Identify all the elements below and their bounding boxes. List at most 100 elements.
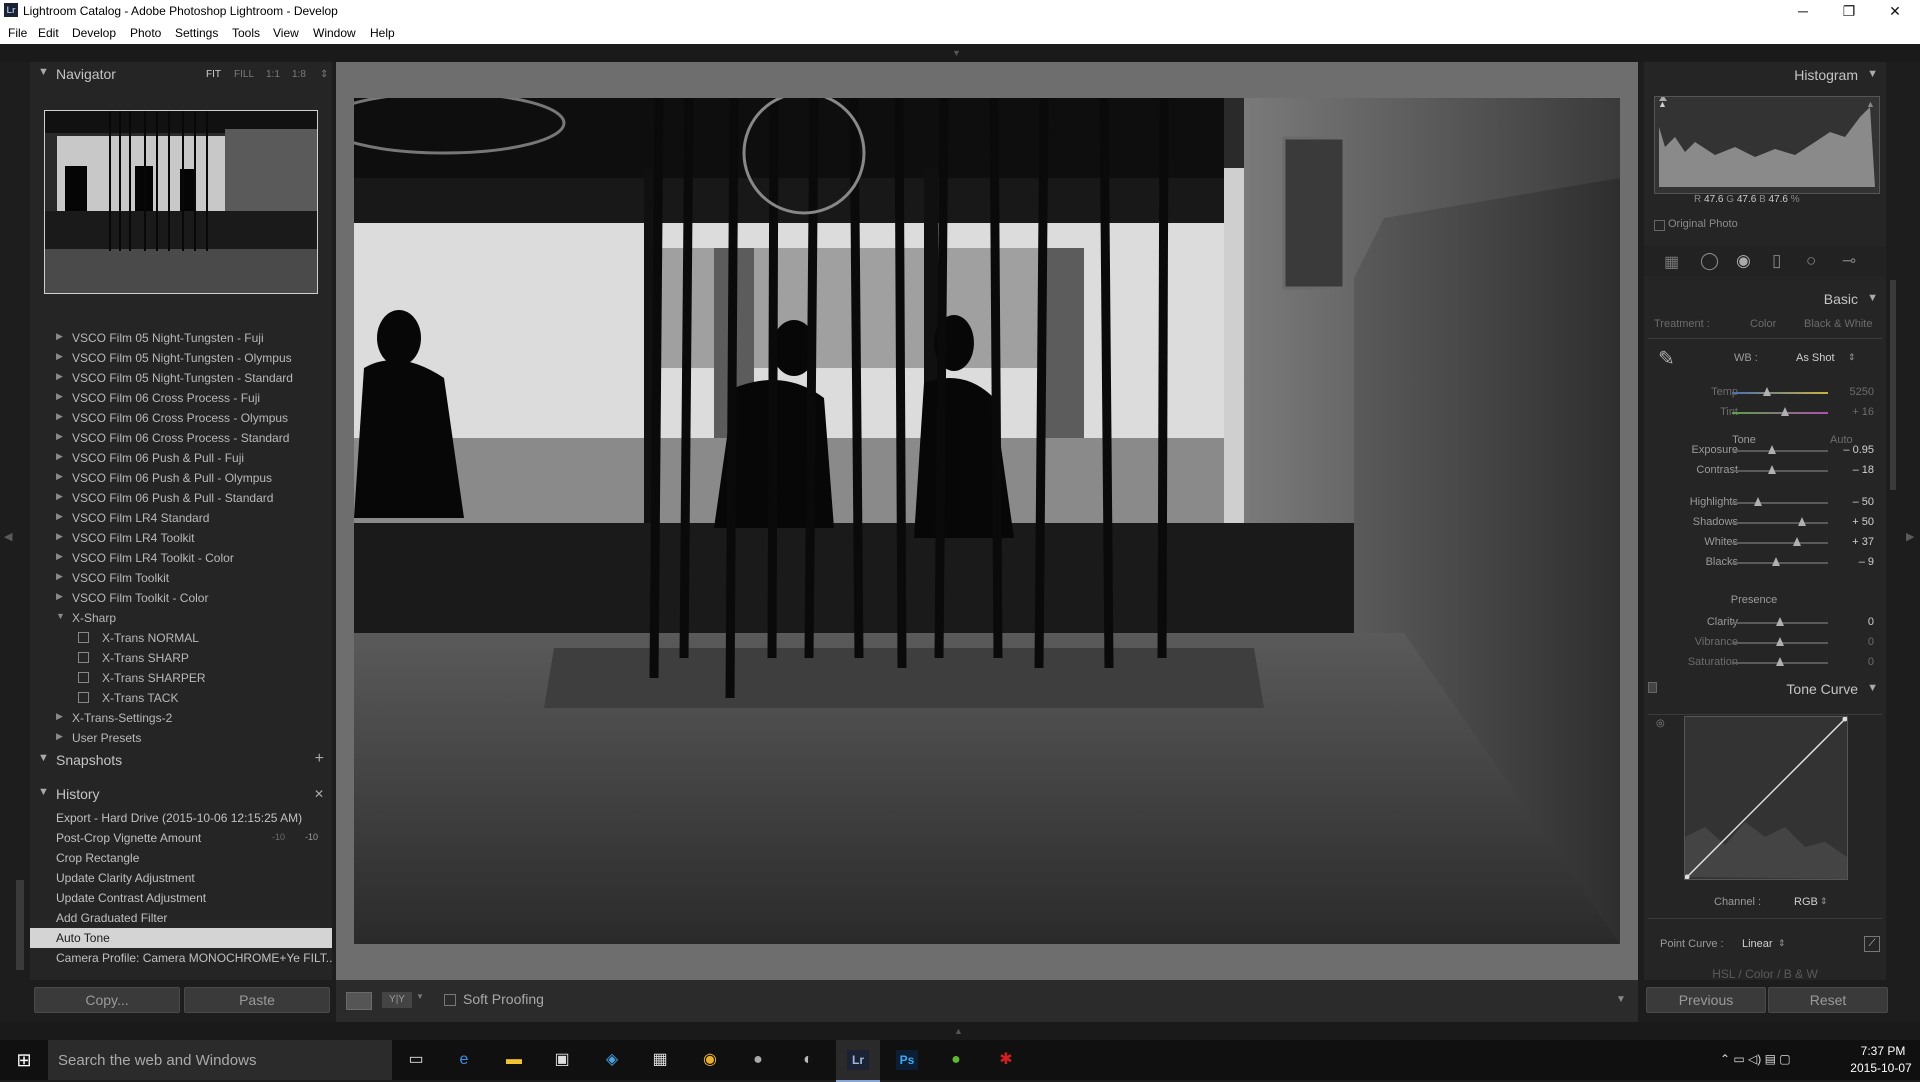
slider-track[interactable]	[1732, 445, 1828, 454]
calculator-icon[interactable]: ▦	[648, 1048, 672, 1072]
collapsed-triangle-icon[interactable]: ▶	[56, 371, 63, 382]
slider-thumb[interactable]	[1793, 537, 1802, 546]
windows-start-icon[interactable]: ⊞	[12, 1048, 36, 1072]
photoshop-icon[interactable]: Ps	[896, 1050, 918, 1070]
clock-time[interactable]: 7:37 PM	[1850, 1044, 1916, 1058]
history-item[interactable]: Add Graduated Filter	[30, 908, 332, 928]
clock-date[interactable]: 2015-10-07	[1846, 1061, 1916, 1075]
navigator-preview[interactable]	[44, 110, 318, 294]
edit-point-curve-icon[interactable]: ⟋	[1864, 936, 1880, 952]
nav-mode-1-1[interactable]: 1:1	[266, 69, 280, 80]
slider-thumb[interactable]	[1772, 557, 1781, 566]
preset-item[interactable]: ▶ VSCO Film 06 Cross Process - Fuji	[30, 388, 332, 408]
highlight-clipping-icon[interactable]: ▲	[1866, 99, 1875, 109]
slider-track[interactable]	[1732, 497, 1828, 506]
slider-contrast[interactable]: Contrast – 18	[1644, 462, 1886, 481]
zoom-stepper-icon[interactable]: ⇕	[320, 69, 328, 80]
clear-history-icon[interactable]: ✕	[314, 787, 324, 801]
treatment-color-option[interactable]: Color	[1750, 318, 1776, 330]
menu-edit[interactable]: Edit	[38, 26, 59, 40]
slider-track[interactable]	[1732, 557, 1828, 566]
collapsed-triangle-icon[interactable]: ▶	[56, 511, 63, 522]
history-item[interactable]: Auto Tone	[30, 928, 332, 948]
user-app-icon[interactable]: ◐	[796, 1048, 820, 1072]
slider-shadows[interactable]: Shadows + 50	[1644, 514, 1886, 533]
toolbar-options-icon[interactable]: ▼	[1616, 994, 1626, 1005]
slider-blacks[interactable]: Blacks – 9	[1644, 554, 1886, 573]
wb-select[interactable]: As Shot	[1796, 352, 1835, 364]
graduated-filter-icon[interactable]: ▯	[1772, 251, 1781, 271]
slider-value[interactable]: + 37	[1852, 536, 1874, 548]
left-panel-toggle-icon[interactable]: ◀	[4, 530, 12, 543]
histogram-graph[interactable]	[1654, 95, 1880, 194]
slider-value[interactable]: – 50	[1853, 496, 1874, 508]
bottom-panel-toggle[interactable]: ▲	[0, 1022, 1920, 1040]
collapsed-triangle-icon[interactable]: ▶	[56, 351, 63, 362]
radial-filter-icon[interactable]: ○	[1806, 251, 1816, 271]
navigator-header[interactable]: ▼ Navigator FIT FILL 1:1 1:8 ⇕	[30, 62, 332, 86]
slider-vibrance[interactable]: Vibrance 0	[1644, 634, 1886, 653]
reset-button[interactable]: Reset	[1768, 987, 1888, 1013]
close-button[interactable]: ✕	[1872, 0, 1918, 22]
preset-item[interactable]: X-Trans SHARPER	[30, 668, 332, 688]
tone-curve-graph[interactable]	[1684, 716, 1848, 880]
photo-canvas[interactable]	[336, 62, 1638, 980]
history-item[interactable]: Export - Hard Drive (2015-10-06 12:15:25…	[30, 808, 332, 828]
slider-whites[interactable]: Whites + 37	[1644, 534, 1886, 553]
preset-item[interactable]: ▶ VSCO Film 06 Cross Process - Standard	[30, 428, 332, 448]
slider-thumb[interactable]	[1762, 387, 1771, 396]
history-item[interactable]: Crop Rectangle	[30, 848, 332, 868]
slider-temp[interactable]: Temp 5250	[1644, 384, 1886, 403]
collapsed-triangle-icon[interactable]: ▶	[56, 491, 63, 502]
collapsed-triangle-icon[interactable]: ▶	[56, 471, 63, 482]
treatment-bw-option[interactable]: Black & White	[1804, 318, 1872, 330]
top-panel-toggle[interactable]: ▼	[0, 44, 1920, 62]
original-photo-checkbox[interactable]	[1654, 220, 1665, 231]
collapsed-triangle-icon[interactable]: ▶	[56, 451, 63, 462]
preset-item[interactable]: X-Trans TACK	[30, 688, 332, 708]
right-panel-scrollbar[interactable]	[1890, 280, 1896, 490]
slider-track[interactable]	[1732, 465, 1828, 474]
slider-saturation[interactable]: Saturation 0	[1644, 654, 1886, 673]
collapsed-triangle-icon[interactable]: ▶	[56, 431, 63, 442]
soft-proofing-checkbox[interactable]	[444, 994, 456, 1006]
hsl-header[interactable]: HSL / Color / B & W	[1644, 967, 1886, 980]
slider-tint[interactable]: Tint + 16	[1644, 404, 1886, 423]
left-panel-scrollbar[interactable]	[16, 880, 24, 970]
maximize-button[interactable]: ❐	[1826, 0, 1872, 22]
preset-item[interactable]: X-Trans SHARP	[30, 648, 332, 668]
history-item[interactable]: Camera Profile: Camera MONOCHROME+Ye FIL…	[30, 948, 332, 968]
collapsed-triangle-icon[interactable]: ▶	[56, 731, 63, 742]
slider-track[interactable]	[1732, 537, 1828, 546]
nav-mode-fit[interactable]: FIT	[206, 69, 221, 80]
slider-thumb[interactable]	[1753, 497, 1762, 506]
preset-item[interactable]: ▶ User Presets	[30, 728, 332, 744]
taskbar-lightroom[interactable]: Lr	[836, 1040, 880, 1082]
slider-thumb[interactable]	[1776, 657, 1784, 666]
collapsed-triangle-icon[interactable]: ▶	[56, 571, 63, 582]
store-icon[interactable]: ▣	[550, 1048, 574, 1072]
preset-item[interactable]: ▶ VSCO Film LR4 Standard	[30, 508, 332, 528]
slider-track[interactable]	[1732, 637, 1828, 646]
snapshots-header[interactable]: ▼ Snapshots +	[30, 748, 332, 772]
preset-item[interactable]: ▶ VSCO Film LR4 Toolkit - Color	[30, 548, 332, 568]
right-panel-toggle-icon[interactable]: ▶	[1906, 530, 1914, 543]
menu-tools[interactable]: Tools	[232, 26, 260, 40]
collapsed-triangle-icon[interactable]: ▶	[56, 591, 63, 602]
slider-clarity[interactable]: Clarity 0	[1644, 614, 1886, 633]
history-item[interactable]: Update Clarity Adjustment	[30, 868, 332, 888]
menu-file[interactable]: File	[8, 26, 27, 40]
point-curve-select[interactable]: Linear	[1742, 938, 1773, 950]
red-app-icon[interactable]: ✱	[994, 1048, 1018, 1072]
history-item[interactable]: Post-Crop Vignette Amount -10 -10	[30, 828, 332, 848]
add-snapshot-icon[interactable]: +	[315, 750, 324, 768]
menu-settings[interactable]: Settings	[175, 26, 218, 40]
preset-item[interactable]: ▶ VSCO Film 06 Push & Pull - Olympus	[30, 468, 332, 488]
globe-app-icon[interactable]: ●	[746, 1048, 770, 1072]
slider-value[interactable]: – 18	[1853, 464, 1874, 476]
paste-settings-button[interactable]: Paste	[184, 987, 330, 1013]
minimize-button[interactable]: ─	[1780, 0, 1826, 22]
preset-item[interactable]: ▶ VSCO Film 06 Cross Process - Olympus	[30, 408, 332, 428]
slider-track[interactable]	[1732, 387, 1828, 396]
expanded-triangle-icon[interactable]: ▼	[56, 611, 65, 621]
